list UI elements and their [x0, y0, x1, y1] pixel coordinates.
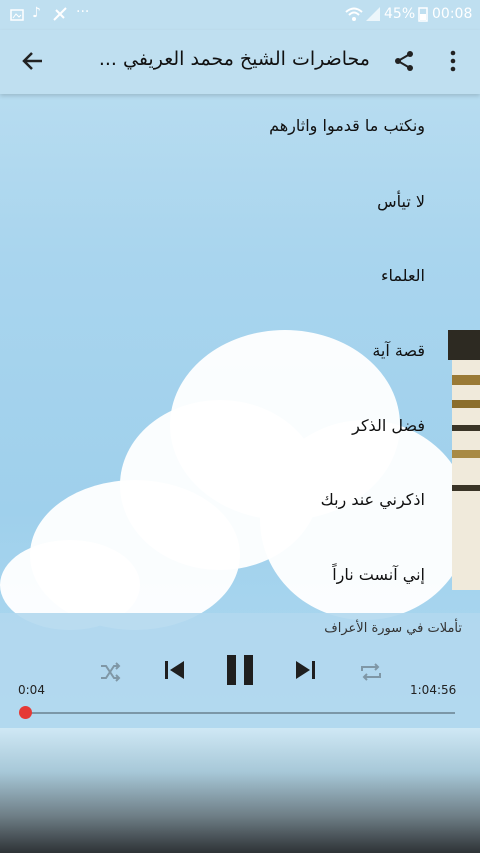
list-item[interactable]: فضل الذكر — [352, 416, 425, 435]
clock: 00:08 — [432, 6, 473, 22]
progress-track[interactable] — [25, 712, 455, 714]
page-title: محاضرات الشيخ محمد العريفي ... — [98, 48, 370, 70]
list-item[interactable]: إني آنست ناراً — [332, 565, 425, 584]
back-arrow-icon[interactable] — [20, 48, 46, 78]
current-time: 0:04 — [18, 683, 45, 697]
list-item[interactable]: اذكرني عند ربك — [321, 490, 425, 509]
total-time: 1:04:56 — [410, 683, 457, 697]
next-icon[interactable] — [292, 657, 318, 687]
list-item[interactable]: لا تيأس — [377, 192, 425, 211]
shuffle-icon[interactable] — [98, 660, 122, 688]
music-note-icon: ♪ — [32, 5, 41, 21]
share-icon[interactable] — [392, 49, 416, 77]
gallery-icon — [10, 7, 24, 26]
list-item[interactable]: قصة آية — [372, 341, 425, 360]
wifi-icon — [345, 6, 363, 26]
previous-icon[interactable] — [162, 657, 188, 687]
progress-thumb[interactable] — [19, 706, 32, 719]
pause-icon[interactable] — [224, 653, 256, 691]
status-bar: ♪ ··· 45% 00:08 — [0, 0, 480, 30]
lecture-list: ونكتب ما قدموا واثارهم لا تيأس العلماء ق… — [0, 94, 480, 614]
more-notifications-icon: ··· — [76, 4, 90, 20]
list-item[interactable]: ونكتب ما قدموا واثارهم — [269, 116, 425, 135]
signal-icon — [365, 6, 381, 26]
track-title: تأملات في سورة الأعراف — [324, 621, 462, 636]
battery-icon — [418, 6, 428, 26]
tools-icon — [52, 6, 68, 26]
battery-percent: 45% — [384, 6, 416, 22]
overflow-menu-icon[interactable] — [448, 49, 458, 77]
bottom-image-area — [0, 728, 480, 853]
repeat-icon[interactable] — [358, 659, 384, 689]
app-bar: محاضرات الشيخ محمد العريفي ... — [0, 30, 480, 94]
list-item[interactable]: العلماء — [381, 266, 425, 285]
